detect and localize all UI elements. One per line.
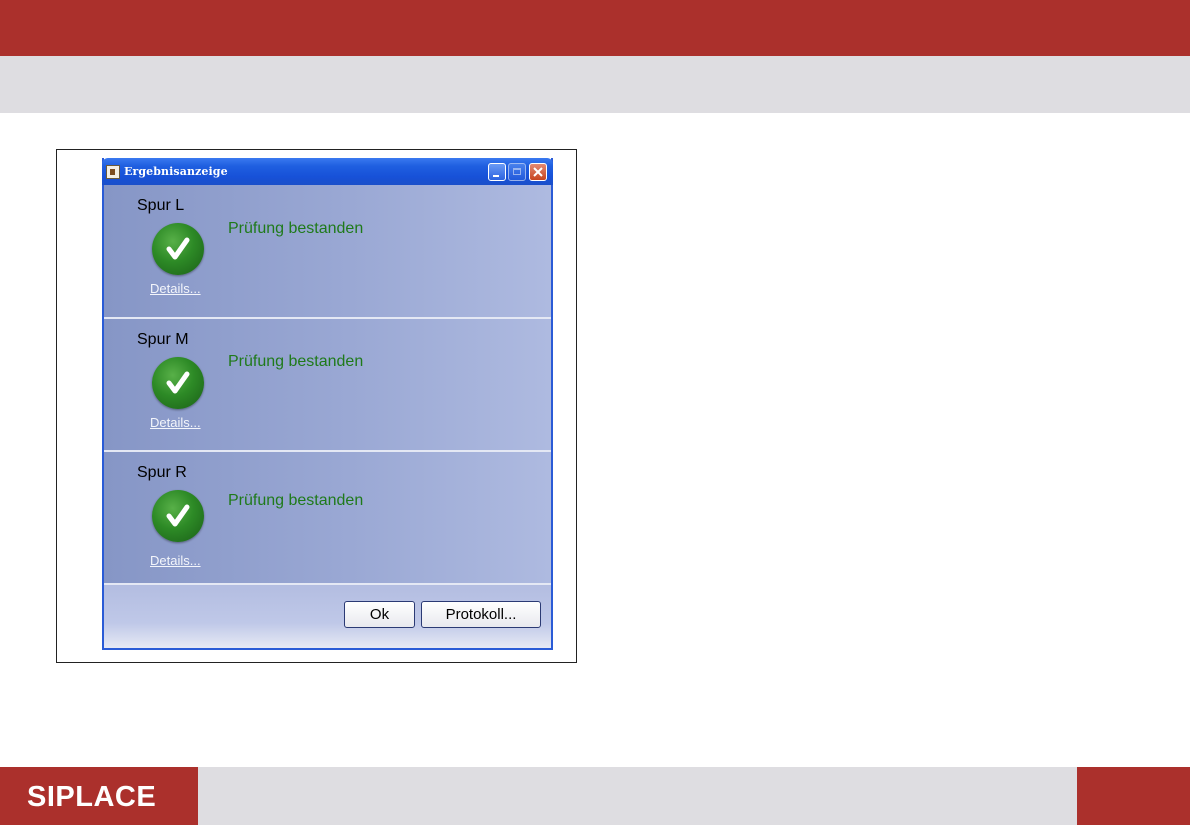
details-link[interactable]: Details... <box>150 553 201 568</box>
lane-panel-l: Spur L Prüfung bestanden Details... <box>104 185 551 317</box>
lane-panel-m: Spur M Prüfung bestanden Details... <box>104 319 551 450</box>
close-icon <box>533 167 543 177</box>
details-link[interactable]: Details... <box>150 281 201 296</box>
ok-button[interactable]: Ok <box>344 601 415 628</box>
header-grey-band <box>0 56 1190 113</box>
siplace-logo: SIPLACE <box>27 781 157 813</box>
result-dialog: Ergebnisanzeige Spur L Prüfung bestanden… <box>102 158 553 650</box>
lane-label: Spur R <box>137 464 187 481</box>
app-icon <box>106 165 120 179</box>
lane-label: Spur L <box>137 197 185 214</box>
details-link[interactable]: Details... <box>150 415 201 430</box>
lane-panel-r: Spur R Prüfung bestanden Details... <box>104 452 551 583</box>
minimize-button[interactable] <box>488 163 506 181</box>
title-bar[interactable]: Ergebnisanzeige <box>102 158 553 185</box>
lane-status: Prüfung bestanden <box>228 220 364 237</box>
maximize-button[interactable] <box>508 163 526 181</box>
check-icon <box>152 490 204 542</box>
header-red-band <box>0 0 1190 56</box>
check-icon <box>152 223 204 275</box>
lane-label: Spur M <box>137 331 189 348</box>
lane-status: Prüfung bestanden <box>228 492 364 509</box>
window-title: Ergebnisanzeige <box>124 165 228 178</box>
close-button[interactable] <box>529 163 547 181</box>
check-icon <box>152 357 204 409</box>
lane-status: Prüfung bestanden <box>228 353 364 370</box>
protocol-button[interactable]: Protokoll... <box>421 601 541 628</box>
dialog-footer: Ok Protokoll... <box>104 585 551 648</box>
footer-red-block <box>1077 767 1190 825</box>
